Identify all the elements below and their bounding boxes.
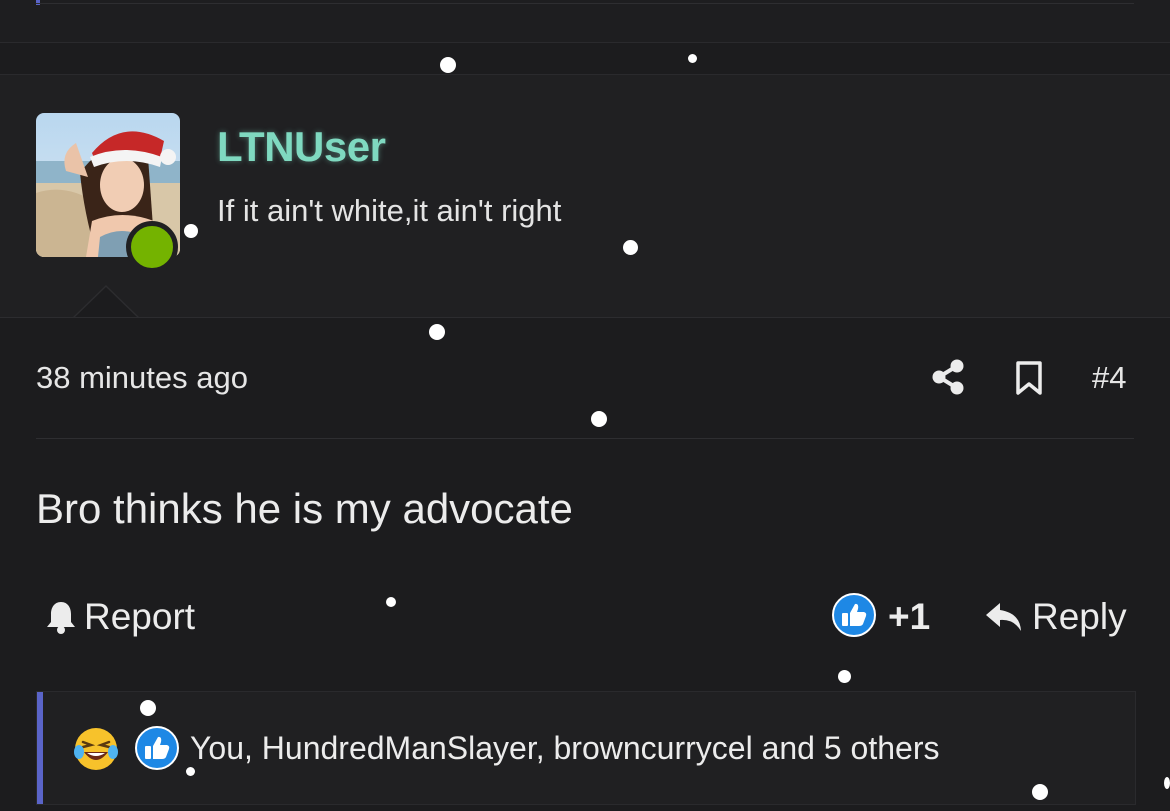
like-reaction-icon[interactable] xyxy=(832,593,876,637)
reactions-accent xyxy=(37,692,43,804)
share-icon[interactable] xyxy=(930,358,966,396)
username[interactable]: LTNUser xyxy=(217,123,386,171)
snowflake xyxy=(688,54,697,63)
divider xyxy=(0,317,1170,318)
post-message: Bro thinks he is my advocate xyxy=(36,485,573,532)
snowflake xyxy=(1164,777,1170,789)
report-label: Report xyxy=(84,596,196,637)
report-button[interactable]: Report xyxy=(44,596,195,638)
post-user-header: LTNUser If it ain't white,it ain't right xyxy=(0,75,1170,317)
bell-icon xyxy=(47,602,75,634)
header-pointer-inner xyxy=(74,287,138,318)
snowflake xyxy=(838,670,851,683)
user-title: If it ain't white,it ain't right xyxy=(217,193,562,228)
snowflake xyxy=(591,411,607,427)
like-icon xyxy=(135,726,179,770)
reply-icon xyxy=(986,603,1021,631)
laughing-emoji-icon xyxy=(74,728,118,770)
snowflake xyxy=(184,224,198,238)
snowflake xyxy=(386,597,396,607)
post-number-link[interactable]: #4 xyxy=(1092,360,1126,396)
reply-button[interactable]: Reply xyxy=(984,596,1127,638)
post-gap xyxy=(0,43,1170,75)
reply-label: Reply xyxy=(1032,596,1127,637)
reactions-bar[interactable]: You, HundredManSlayer, browncurrycel and… xyxy=(36,691,1136,805)
divider xyxy=(36,438,1134,439)
post-timestamp[interactable]: 38 minutes ago xyxy=(36,360,248,396)
snowflake xyxy=(1032,784,1048,800)
snowflake xyxy=(429,324,445,340)
snowflake xyxy=(186,767,195,776)
snowflake xyxy=(440,57,456,73)
divider xyxy=(36,3,1134,4)
like-count: +1 xyxy=(888,596,931,637)
snowflake xyxy=(623,240,638,255)
previous-post-footer xyxy=(0,0,1170,42)
snowflake xyxy=(140,700,156,716)
bookmark-icon[interactable] xyxy=(1014,360,1044,396)
online-status-indicator xyxy=(126,221,178,273)
reactions-summary[interactable]: You, HundredManSlayer, browncurrycel and… xyxy=(190,730,939,767)
